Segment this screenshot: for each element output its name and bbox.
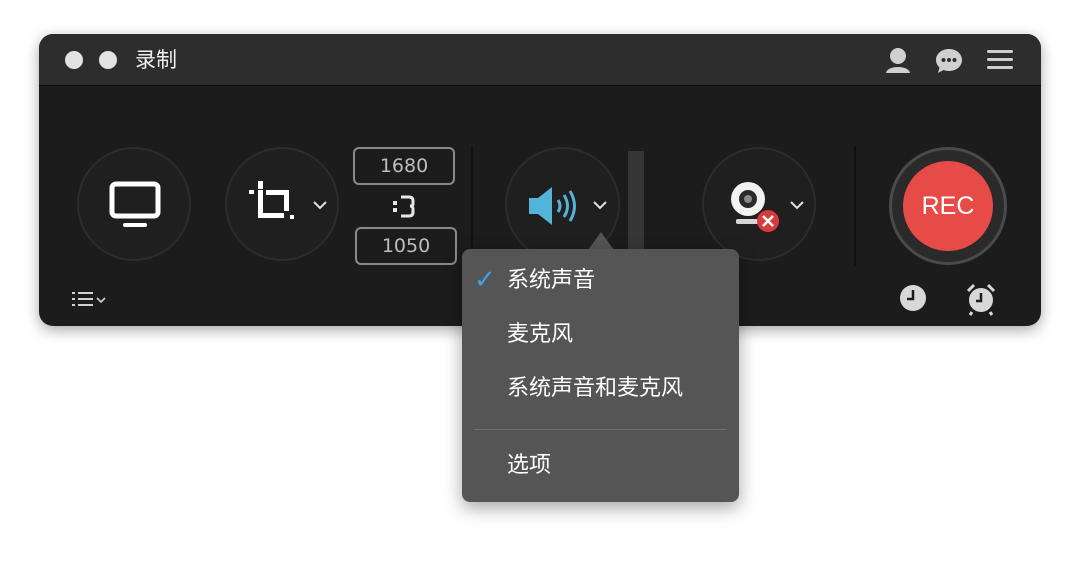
checkmark-icon: ✓ bbox=[474, 265, 496, 295]
monitor-icon bbox=[109, 181, 161, 227]
alarm-clock-icon[interactable] bbox=[965, 282, 997, 316]
speaker-icon bbox=[529, 187, 576, 225]
record-button[interactable]: REC bbox=[889, 147, 1007, 265]
history-clock-icon[interactable] bbox=[899, 284, 927, 312]
webcam-button[interactable] bbox=[702, 147, 816, 261]
webcam-icon bbox=[731, 182, 779, 232]
title-bar: 录制 bbox=[39, 34, 1041, 86]
height-field[interactable]: 1050 bbox=[355, 227, 457, 265]
link-icon[interactable] bbox=[392, 193, 416, 219]
window-minimize-button[interactable] bbox=[99, 51, 117, 69]
menu-item-system-and-microphone[interactable]: 系统声音和麦克风 bbox=[507, 374, 683, 404]
width-field[interactable]: 1680 bbox=[353, 147, 455, 185]
chat-icon[interactable] bbox=[934, 46, 964, 80]
volume-meter bbox=[628, 151, 644, 251]
window-title: 录制 bbox=[135, 48, 177, 72]
chevron-down-icon[interactable] bbox=[789, 200, 805, 210]
audio-source-menu: ✓ 系统声音 麦克风 系统声音和麦克风 选项 bbox=[462, 249, 739, 502]
window-close-button[interactable] bbox=[65, 51, 83, 69]
menu-item-options[interactable]: 选项 bbox=[507, 451, 551, 481]
toolbar-divider bbox=[854, 146, 856, 266]
chevron-down-icon[interactable] bbox=[592, 200, 608, 210]
menu-icon[interactable] bbox=[986, 48, 1014, 76]
region-select-button[interactable] bbox=[225, 147, 339, 261]
chevron-down-icon[interactable] bbox=[312, 200, 328, 210]
screen-capture-button[interactable] bbox=[77, 147, 191, 261]
toolbar-divider bbox=[471, 146, 473, 266]
record-button-label: REC bbox=[903, 161, 993, 251]
dropdown-caret bbox=[588, 232, 614, 250]
crop-icon bbox=[249, 181, 294, 219]
menu-separator bbox=[474, 429, 727, 430]
account-icon[interactable] bbox=[883, 46, 913, 78]
menu-item-system-audio[interactable]: 系统声音 bbox=[507, 266, 595, 296]
list-view-icon[interactable] bbox=[72, 290, 110, 308]
menu-item-microphone[interactable]: 麦克风 bbox=[507, 320, 573, 350]
